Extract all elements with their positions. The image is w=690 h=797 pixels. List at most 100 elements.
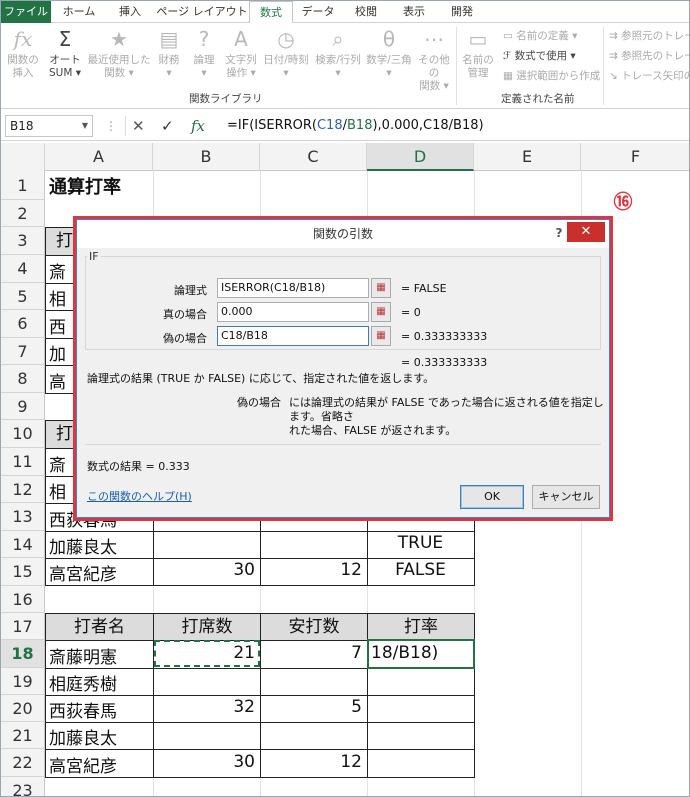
logical-test-input[interactable]: ISERROR(C18/B18) <box>217 278 369 298</box>
use-in-formula-button[interactable]: ℱ 数式で使用 ▾ <box>503 49 576 63</box>
collapse-dialog-icon[interactable]: ▦ <box>371 278 391 298</box>
row-header[interactable]: 3 <box>1 227 45 255</box>
function-help-link[interactable]: この関数のヘルプ(H) <box>87 490 192 504</box>
cancel-button[interactable]: キャンセル <box>532 485 600 509</box>
row-header[interactable]: 11 <box>1 448 45 476</box>
row-header[interactable]: 9 <box>1 393 45 420</box>
trace-arrow-icon: ⇉ <box>609 30 622 42</box>
value-if-false-input[interactable]: C18/B18 <box>217 326 369 346</box>
row-header[interactable]: 14 <box>1 531 45 558</box>
math-trig-button[interactable]: θ 数学/三角 ▾ <box>365 26 413 80</box>
column-header-b[interactable]: B <box>153 143 260 171</box>
column-header-c[interactable]: C <box>260 143 367 171</box>
header-player-name: 打者名 <box>45 613 154 641</box>
cancel-icon[interactable]: ✕ <box>125 116 145 136</box>
ribbon-tab-bar: ファイル ホーム 挿入 ページ レイアウト 数式 データ 校閲 表示 開発 <box>1 1 689 24</box>
row-header[interactable]: 6 <box>1 310 45 338</box>
name-box[interactable]: B18 ▼ <box>5 115 93 137</box>
trace-precedents-button[interactable]: ⇉ 参照元のトレー <box>609 29 689 43</box>
row-header[interactable]: 19 <box>1 668 45 695</box>
dialog-title: 関数の引数 <box>77 220 609 248</box>
tab-insert[interactable]: 挿入 <box>107 1 153 23</box>
datetime-button[interactable]: ◷ 日付/時刻 ▾ <box>261 26 311 80</box>
tab-file[interactable]: ファイル <box>1 1 51 23</box>
chevron-down-icon[interactable]: ▼ <box>82 116 88 136</box>
formula-ref-c18: C18 <box>316 118 343 133</box>
text-functions-button[interactable]: A 文字列 操作 ▾ <box>223 26 259 80</box>
ok-button[interactable]: OK <box>460 485 524 509</box>
row-header[interactable]: 13 <box>1 503 45 531</box>
row-header[interactable]: 16 <box>1 586 45 613</box>
table-border <box>474 521 475 586</box>
tab-developer[interactable]: 開発 <box>439 1 485 23</box>
more-functions-button[interactable]: ⋯ その他の 関数 ▾ <box>415 26 453 93</box>
star-icon: ★ <box>110 27 128 51</box>
collapse-dialog-icon[interactable]: ▦ <box>371 326 391 346</box>
create-from-selection-button[interactable]: ▦ 選択範囲から作成 <box>503 69 600 83</box>
tab-page-layout[interactable]: ページ レイアウト <box>155 1 249 23</box>
formula-input[interactable]: =IF(ISERROR(C18/B18),0.000,C18/B18) <box>223 115 687 137</box>
column-header-d[interactable]: D <box>367 143 474 171</box>
recently-used-button[interactable]: ★ 最近使用した 関数 ▾ <box>87 26 151 80</box>
help-icon[interactable]: ? <box>551 220 567 248</box>
row-header-selected[interactable]: 18 <box>1 640 45 668</box>
enter-check-icon[interactable]: ✓ <box>161 116 174 136</box>
row-header[interactable]: 17 <box>1 613 45 640</box>
table-border <box>45 640 46 777</box>
dialog-body: 関数の引数 ? ✕ IF 論理式 ISERROR(C18/B18) ▦ = FA… <box>76 219 610 518</box>
row-header[interactable]: 1 <box>1 171 45 200</box>
column-headers: A B C D E F <box>1 143 689 171</box>
row-header[interactable]: 22 <box>1 749 45 777</box>
financial-button[interactable]: ▤ 財務 ▾ <box>153 26 185 80</box>
column-header-a[interactable]: A <box>45 143 153 171</box>
at-bats-cell: 21 <box>233 643 255 663</box>
player-name-cell: 斎藤明憲 <box>49 648 117 668</box>
collapse-dialog-icon[interactable]: ▦ <box>371 302 391 322</box>
row-header[interactable]: 5 <box>1 283 45 310</box>
row-header[interactable]: 8 <box>1 365 45 393</box>
trace-dependents-button[interactable]: ⇉ 参照先のトレー <box>609 49 689 63</box>
name-tag-icon: ▭ <box>468 27 488 51</box>
row-header[interactable]: 7 <box>1 338 45 365</box>
logical-button[interactable]: ? 論理 ▾ <box>187 26 221 80</box>
tab-review[interactable]: 校閲 <box>343 1 389 23</box>
arg-help-text: には論理式の結果が FALSE であった場合に返される値を指定します。省略さ れた… <box>289 396 604 437</box>
row-header[interactable]: 23 <box>1 777 45 796</box>
row-header[interactable]: 10 <box>1 420 45 448</box>
row-header[interactable]: 20 <box>1 695 45 722</box>
column-header-f[interactable]: F <box>581 143 689 171</box>
table-border <box>45 310 73 311</box>
remove-arrows-button[interactable]: ↘ トレース矢印の <box>609 69 689 83</box>
row-header[interactable]: 2 <box>1 200 45 227</box>
select-all-corner[interactable] <box>1 143 45 171</box>
row-header[interactable]: 15 <box>1 558 45 586</box>
question-book-icon: ? <box>198 27 210 51</box>
define-name-button[interactable]: ▭ 名前の定義 ▾ <box>503 29 577 43</box>
table-border <box>153 521 154 586</box>
more-dots-icon: ⋮ <box>105 119 117 133</box>
magnifier-book-icon: ⌕ <box>332 27 344 51</box>
text-book-icon: A <box>234 27 248 51</box>
close-button[interactable]: ✕ <box>567 222 605 242</box>
tab-view[interactable]: 表示 <box>391 1 437 23</box>
fx-button[interactable]: fx <box>191 116 205 136</box>
insert-function-button[interactable]: fx 関数の 挿入 <box>3 26 43 80</box>
formula-ref-b18: B18 <box>347 118 373 133</box>
value-if-true-input[interactable]: 0.000 <box>217 302 369 322</box>
name-manager-button[interactable]: ▭ 名前の 管理 <box>459 26 497 80</box>
row-header[interactable]: 4 <box>1 255 45 283</box>
tab-formulas[interactable]: 数式 <box>249 1 293 24</box>
tab-data[interactable]: データ <box>295 1 341 23</box>
tab-home[interactable]: ホーム <box>53 1 105 23</box>
column-header-e[interactable]: E <box>474 143 581 171</box>
autosum-button[interactable]: Σ オート SUM ▾ <box>45 26 85 80</box>
formula-result: 数式の結果 = 0.333 <box>87 460 190 473</box>
player-name-cell: 相 <box>49 290 66 310</box>
row-header[interactable]: 21 <box>1 722 45 749</box>
arg-logical-test-result: = FALSE <box>401 282 447 295</box>
lookup-button[interactable]: ⌕ 検索/行列 ▾ <box>313 26 363 80</box>
table-border <box>45 255 46 393</box>
row-header[interactable]: 12 <box>1 476 45 503</box>
player-name-cell: 西荻春馬 <box>49 702 117 722</box>
arg-value-if-true-result: = 0 <box>401 306 421 319</box>
